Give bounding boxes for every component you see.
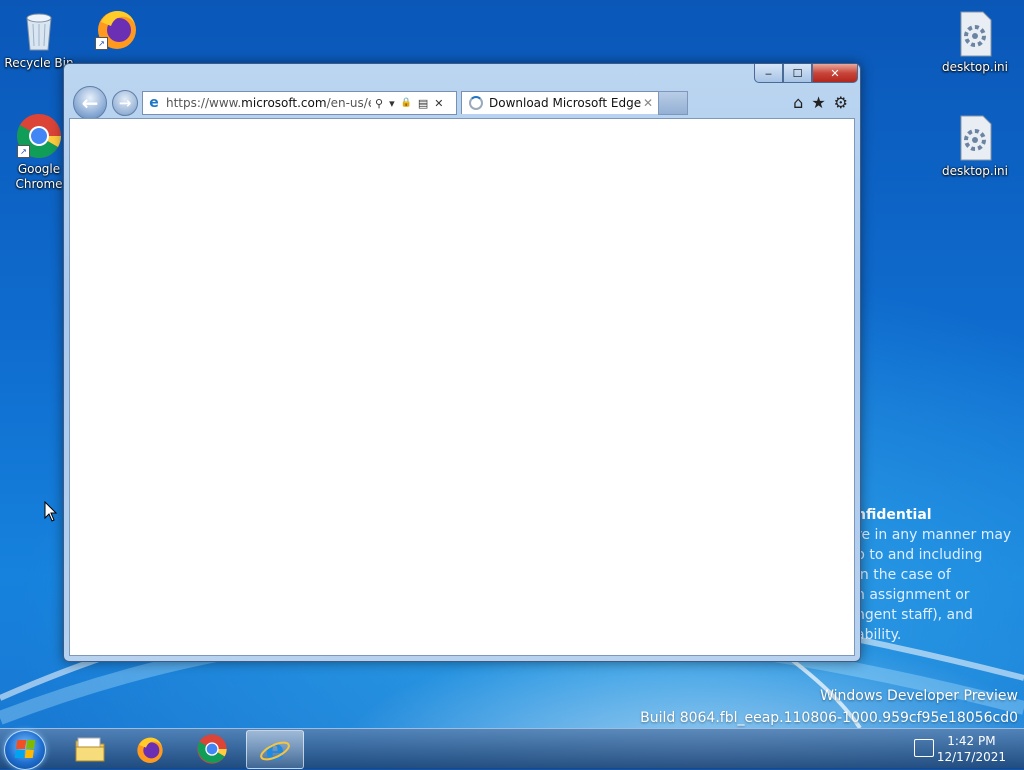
maximize-button[interactable]: ☐ [783, 64, 812, 83]
forward-button[interactable]: → [112, 90, 138, 116]
network-icon[interactable] [914, 739, 934, 757]
build-title: Windows Developer Preview [820, 688, 1018, 704]
desktop-icon-label: desktop.ini [942, 164, 1008, 178]
window-caption-buttons: ‒ ☐ ✕ [754, 64, 858, 83]
close-button[interactable]: ✕ [812, 64, 858, 83]
new-tab-button[interactable] [658, 91, 688, 115]
taskbar-internet-explorer[interactable]: e [246, 730, 304, 769]
desktop-icon-firefox[interactable]: ↗ [78, 4, 156, 54]
mouse-cursor-icon [44, 501, 58, 522]
back-button[interactable]: ← [73, 86, 107, 120]
taskbar-explorer[interactable] [62, 730, 118, 767]
desktop-icon-recycle-bin[interactable]: Recycle Bin [0, 6, 78, 71]
watermark-line: ngent staff), and [856, 607, 973, 623]
favorites-star-icon[interactable]: ★ [811, 93, 825, 112]
confidential-watermark: nfidential re in any manner may p to and… [856, 505, 1011, 645]
watermark-line: ability. [856, 627, 902, 643]
internet-explorer-icon: e [260, 734, 290, 766]
lock-icon[interactable]: 🔒 [401, 98, 412, 108]
taskbar-firefox[interactable] [122, 730, 178, 767]
url-prefix: https://www. [166, 96, 242, 110]
settings-file-icon [951, 10, 999, 58]
tab-download-edge[interactable]: Download Microsoft Edge ... ✕ [461, 91, 659, 114]
desktop-icon-desktop-ini-2[interactable]: desktop.ini [936, 114, 1014, 179]
shortcut-arrow-icon: ↗ [17, 145, 30, 158]
system-clock[interactable]: 1:42 PM 12/17/2021 [937, 733, 1006, 765]
chrome-icon: ↗ [15, 112, 63, 160]
desktop-icon-desktop-ini-1[interactable]: desktop.ini [936, 10, 1014, 75]
url-path: /en-us/edge [326, 96, 371, 110]
internet-explorer-icon: e [149, 95, 159, 111]
stop-icon[interactable]: ✕ [434, 97, 443, 110]
windows-logo-icon [14, 740, 36, 758]
taskbar: e 1:42 PM 12/17/2021 [0, 728, 1024, 770]
address-bar[interactable]: e https://www.microsoft.com/en-us/edge ⚲… [142, 91, 457, 115]
gear-icon[interactable]: ⚙ [834, 93, 848, 112]
search-icon[interactable]: ⚲ [375, 97, 383, 110]
clock-date: 12/17/2021 [936, 750, 1006, 764]
address-url[interactable]: https://www.microsoft.com/en-us/edge [166, 96, 371, 110]
minimize-button[interactable]: ‒ [754, 64, 783, 83]
page-content-area[interactable] [69, 118, 855, 656]
folder-icon [75, 737, 105, 761]
clock-time: 1:42 PM [947, 734, 996, 748]
chrome-icon [197, 733, 227, 764]
chevron-down-icon[interactable]: ▾ [389, 97, 395, 110]
shortcut-arrow-icon: ↗ [95, 37, 108, 50]
firefox-icon: ↗ [93, 4, 141, 52]
recycle-bin-icon [15, 6, 63, 54]
firefox-icon [137, 737, 163, 763]
watermark-line: p to and including [856, 547, 983, 563]
url-domain: microsoft.com [241, 96, 327, 110]
start-button[interactable] [4, 730, 46, 770]
build-string: Build 8064.fbl_eeap.110806-1000.959cf95e… [640, 710, 1018, 726]
build-watermark: Windows Developer Preview Build 8064.fbl… [640, 685, 1018, 729]
loading-spinner-icon [469, 96, 483, 110]
desktop-icon-label: desktop.ini [942, 60, 1008, 74]
back-arrow-icon: ← [81, 91, 99, 115]
watermark-line: in the case of [856, 567, 951, 583]
internet-explorer-window[interactable]: ‒ ☐ ✕ ← → e https://www.microsoft.com/en… [63, 63, 861, 662]
home-icon[interactable]: ⌂ [793, 93, 803, 112]
settings-file-icon [951, 114, 999, 162]
forward-arrow-icon: → [118, 94, 132, 112]
svg-text:e: e [265, 734, 284, 766]
compatibility-view-icon[interactable]: ▤ [418, 97, 428, 110]
close-tab-icon[interactable]: ✕ [643, 96, 653, 110]
watermark-line: n assignment or [856, 587, 970, 603]
watermark-line: nfidential [856, 507, 932, 523]
watermark-line: re in any manner may [856, 527, 1012, 543]
taskbar-chrome[interactable] [184, 730, 240, 767]
tab-title: Download Microsoft Edge ... [489, 96, 643, 110]
browser-right-toolbar: ⌂ ★ ⚙ [793, 93, 848, 112]
